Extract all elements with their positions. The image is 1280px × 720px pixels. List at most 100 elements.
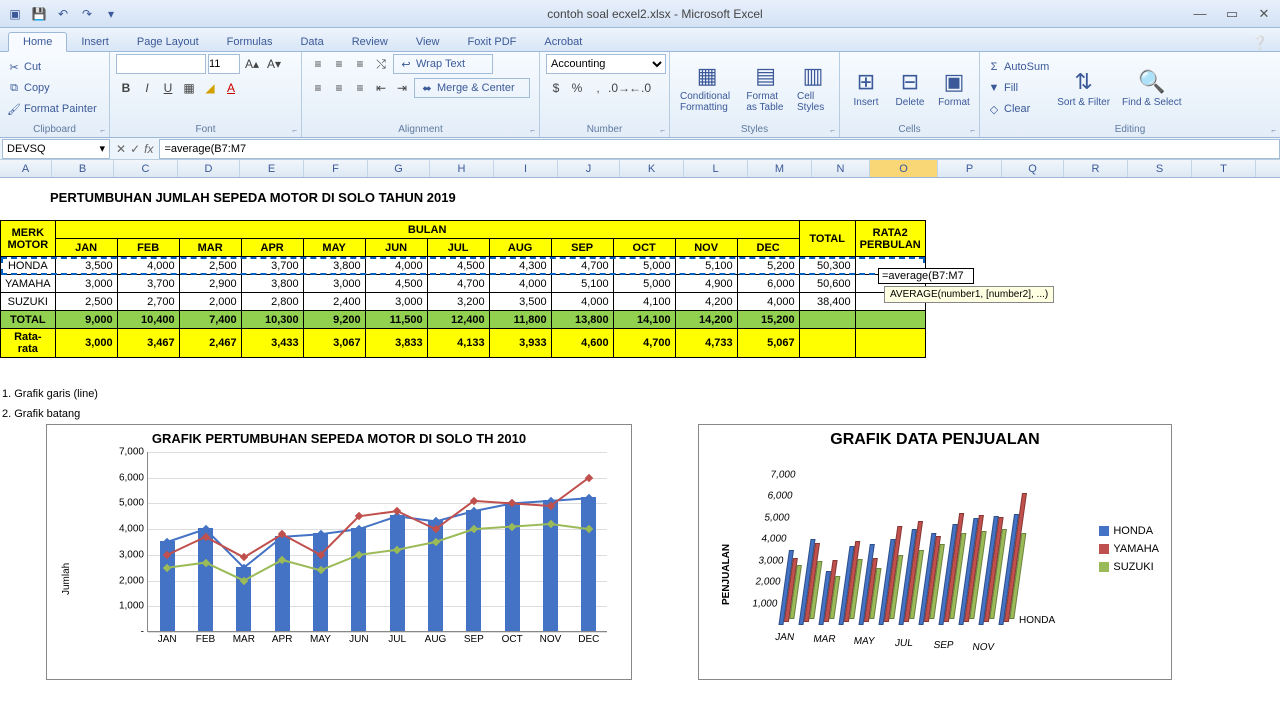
align-top-icon[interactable]: ≡	[308, 54, 328, 74]
worksheet-grid[interactable]: PERTUMBUHAN JUMLAH SEPEDA MOTOR DI SOLO …	[0, 178, 1280, 718]
copy-button[interactable]: ⧉Copy	[6, 78, 97, 98]
group-font: A▴ A▾ B I U ▦ ◢ A Font	[110, 52, 302, 137]
col-header-Q[interactable]: Q	[1002, 160, 1064, 177]
maximize-button[interactable]: ▭	[1220, 5, 1244, 23]
currency-icon[interactable]: $	[546, 78, 566, 98]
border-button[interactable]: ▦	[179, 78, 199, 98]
col-header-S[interactable]: S	[1128, 160, 1192, 177]
wrap-text-button[interactable]: ↩Wrap Text	[393, 54, 493, 74]
decrease-decimal-icon[interactable]: ←.0	[630, 78, 650, 98]
align-left-icon[interactable]: ≡	[308, 78, 328, 98]
decrease-font-icon[interactable]: A▾	[264, 54, 284, 74]
chart-line-ylabel: Jumlah	[61, 563, 72, 595]
cut-button[interactable]: ✂Cut	[6, 57, 97, 77]
italic-button[interactable]: I	[137, 78, 157, 98]
col-header-C[interactable]: C	[114, 160, 178, 177]
delete-cells-button[interactable]: ⊟Delete	[890, 67, 930, 110]
number-format-select[interactable]: Accounting	[546, 54, 666, 74]
find-select-button[interactable]: 🔍Find & Select	[1118, 67, 1185, 110]
align-bottom-icon[interactable]: ≡	[350, 54, 370, 74]
fill-color-button[interactable]: ◢	[200, 78, 220, 98]
format-painter-button[interactable]: 🖌Format Painter	[6, 99, 97, 119]
font-color-button[interactable]: A	[221, 78, 241, 98]
col-header-G[interactable]: G	[368, 160, 430, 177]
align-right-icon[interactable]: ≡	[350, 78, 370, 98]
chart-bar[interactable]: GRAFIK DATA PENJUALAN PENJUALAN 1,0002,0…	[698, 424, 1172, 680]
col-header-K[interactable]: K	[620, 160, 684, 177]
col-header-R[interactable]: R	[1064, 160, 1128, 177]
autosum-button[interactable]: ΣAutoSum	[986, 57, 1049, 77]
help-icon[interactable]: ❔	[1252, 35, 1268, 51]
redo-icon[interactable]: ↷	[76, 4, 98, 24]
column-headers[interactable]: ABCDEFGHIJKLMNOPQRST	[0, 160, 1280, 178]
comma-icon[interactable]: ,	[588, 78, 608, 98]
qat-dropdown-icon[interactable]: ▾	[100, 4, 122, 24]
chart-bar-depth-label: HONDA	[1019, 615, 1055, 626]
align-middle-icon[interactable]: ≡	[329, 54, 349, 74]
enter-formula-icon[interactable]: ✓	[130, 142, 140, 156]
col-header-B[interactable]: B	[52, 160, 114, 177]
increase-font-icon[interactable]: A▴	[242, 54, 262, 74]
excel-logo-icon[interactable]: ▣	[4, 4, 26, 24]
fx-icon[interactable]: fx	[144, 142, 153, 156]
chart-bar-ylabel: PENJUALAN	[721, 544, 732, 605]
sort-filter-button[interactable]: ⇅Sort & Filter	[1053, 67, 1114, 110]
note-line-chart: 1. Grafik garis (line)	[2, 388, 98, 400]
col-header-T[interactable]: T	[1192, 160, 1256, 177]
tab-formulas[interactable]: Formulas	[213, 33, 287, 51]
minimize-button[interactable]: —	[1188, 5, 1212, 23]
col-header-M[interactable]: M	[748, 160, 812, 177]
col-header-I[interactable]: I	[494, 160, 558, 177]
tab-foxit-pdf[interactable]: Foxit PDF	[453, 33, 530, 51]
col-header-A[interactable]: A	[0, 160, 52, 177]
col-header-O[interactable]: O	[870, 160, 938, 177]
close-button[interactable]: ✕	[1252, 5, 1276, 23]
format-as-table-button[interactable]: ▤Format as Table	[742, 61, 789, 115]
col-header-P[interactable]: P	[938, 160, 1002, 177]
col-header-D[interactable]: D	[178, 160, 240, 177]
chart-line[interactable]: GRAFIK PERTUMBUHAN SEPEDA MOTOR DI SOLO …	[46, 424, 632, 680]
font-family-select[interactable]	[116, 54, 206, 74]
tab-review[interactable]: Review	[338, 33, 402, 51]
cancel-formula-icon[interactable]: ✕	[116, 142, 126, 156]
col-header-F[interactable]: F	[304, 160, 368, 177]
align-center-icon[interactable]: ≡	[329, 78, 349, 98]
percent-icon[interactable]: %	[567, 78, 587, 98]
window-title: contoh soal ecxel2.xlsx - Microsoft Exce…	[122, 7, 1188, 21]
format-cells-button[interactable]: ▣Format	[934, 67, 974, 110]
function-tooltip: AVERAGE(number1, [number2], ...)	[884, 286, 1054, 303]
underline-button[interactable]: U	[158, 78, 178, 98]
sheet-title: PERTUMBUHAN JUMLAH SEPEDA MOTOR DI SOLO …	[50, 190, 456, 205]
clear-button[interactable]: ◇Clear	[986, 99, 1049, 119]
formula-input[interactable]: =average(B7:M7	[159, 139, 1280, 159]
tab-view[interactable]: View	[402, 33, 454, 51]
name-box[interactable]: DEVSQ▾	[2, 139, 110, 159]
tab-acrobat[interactable]: Acrobat	[530, 33, 596, 51]
increase-indent-icon[interactable]: ⇥	[392, 78, 412, 98]
bold-button[interactable]: B	[116, 78, 136, 98]
tab-insert[interactable]: Insert	[67, 33, 123, 51]
save-icon[interactable]: 💾	[28, 4, 50, 24]
undo-icon[interactable]: ↶	[52, 4, 74, 24]
tab-data[interactable]: Data	[286, 33, 337, 51]
merge-center-button[interactable]: ⬌Merge & Center	[414, 78, 530, 98]
col-header-N[interactable]: N	[812, 160, 870, 177]
col-header-J[interactable]: J	[558, 160, 620, 177]
fill-button[interactable]: ▼Fill	[986, 78, 1049, 98]
col-header-E[interactable]: E	[240, 160, 304, 177]
styles-label: Styles	[676, 122, 833, 137]
col-header-L[interactable]: L	[684, 160, 748, 177]
tab-home[interactable]: Home	[8, 32, 67, 52]
cell-styles-button[interactable]: ▥Cell Styles	[793, 61, 833, 115]
chart-bar-title: GRAFIK DATA PENJUALAN	[699, 425, 1171, 455]
font-size-select[interactable]	[208, 54, 240, 74]
decrease-indent-icon[interactable]: ⇤	[371, 78, 391, 98]
formula-bar: DEVSQ▾ ✕ ✓ fx =average(B7:M7	[0, 138, 1280, 160]
editing-cell[interactable]: =average(B7:M7	[878, 268, 974, 284]
increase-decimal-icon[interactable]: .0→	[609, 78, 629, 98]
orientation-icon[interactable]: ⤭	[371, 54, 391, 74]
insert-cells-button[interactable]: ⊞Insert	[846, 67, 886, 110]
conditional-formatting-button[interactable]: ▦Conditional Formatting	[676, 61, 738, 115]
tab-page-layout[interactable]: Page Layout	[123, 33, 213, 51]
col-header-H[interactable]: H	[430, 160, 494, 177]
